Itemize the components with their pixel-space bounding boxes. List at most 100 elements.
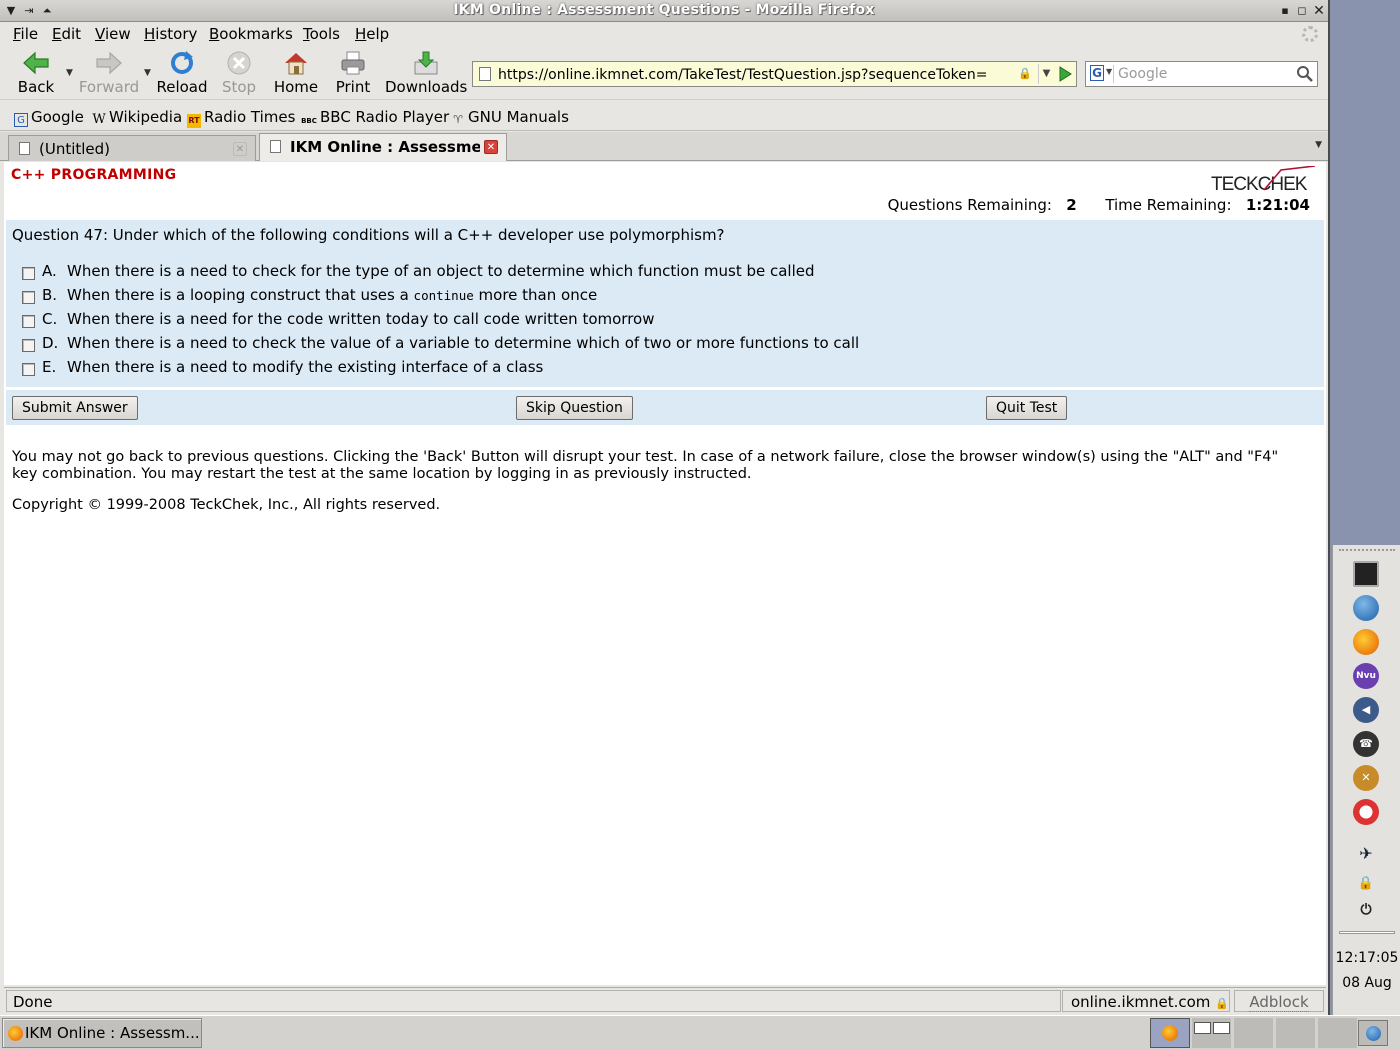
forward-arrow-icon [95,50,123,76]
go-arrow-icon [1059,66,1072,82]
shade-icon[interactable]: ⇥ [22,3,36,19]
lock-screen-icon[interactable]: 🔒 [1353,871,1379,897]
close-window-icon[interactable]: ✕ [1312,3,1326,19]
menu-help[interactable]: Help [355,25,389,43]
back-button[interactable]: Back [16,50,56,96]
search-input[interactable] [1118,65,1290,83]
status-host[interactable]: online.ikmnet.com 🔒 [1062,990,1230,1012]
search-engine-selector[interactable]: G ▼ [1088,65,1114,83]
option-letter: A. [42,262,57,280]
submit-answer-button[interactable]: Submit Answer [12,396,138,420]
maximize-icon[interactable]: ◻ [1295,3,1309,19]
quit-test-button[interactable]: Quit Test [986,396,1068,420]
forward-history-dropdown[interactable]: ▼ [144,68,151,78]
teckchek-logo: TECKCHEK [1209,166,1319,195]
page-content: C++ PROGRAMMING TECKCHEK Questions Remai… [4,162,1326,985]
option-letter: D. [42,334,59,352]
status-bar: Done online.ikmnet.com 🔒 Adblock [4,987,1326,1013]
option-c-checkbox[interactable] [22,315,35,328]
tools-icon[interactable]: ✕ [1353,765,1379,791]
taskbar-item-label: IKM Online : Assessm... [25,1024,200,1042]
url-input[interactable] [498,66,1018,84]
minimize-icon[interactable]: ▪ [1278,3,1292,19]
nvu-icon[interactable]: Nvu [1353,663,1379,689]
option-a-checkbox[interactable] [22,267,35,280]
menu-file[interactable]: File [13,25,38,43]
back-history-dropdown[interactable]: ▼ [66,68,73,78]
reload-label: Reload [156,78,208,96]
dock-separator [1339,931,1395,934]
workspace-2[interactable] [1192,1018,1232,1048]
menu-view[interactable]: View [95,25,131,43]
google-engine-icon: G [1090,65,1104,81]
reload-button[interactable]: Reload [155,50,209,96]
tab-untitled[interactable]: (Untitled) ✕ [8,135,256,161]
page-icon [479,67,491,81]
power-icon[interactable]: ⏻ [1353,897,1379,923]
time-remaining-value: 1:21:04 [1245,196,1310,214]
thunderbird-icon[interactable] [1353,595,1379,621]
stop-label: Stop [221,78,257,96]
menu-tools[interactable]: Tools [303,25,340,43]
workspace-1[interactable] [1150,1018,1190,1048]
close-tab-icon[interactable]: ✕ [484,140,498,154]
lock-icon[interactable]: 🔒 [1018,67,1032,80]
speaker-icon[interactable]: ◀ [1353,697,1379,723]
page-icon [270,140,281,153]
print-button[interactable]: Print [333,50,373,96]
stop-icon [225,50,253,76]
terminal-icon[interactable] [1353,561,1379,587]
stop-button[interactable]: Stop [220,50,258,96]
menu-bookmarks[interactable]: Bookmarks [209,25,293,43]
option-e-checkbox[interactable] [22,363,35,376]
tab-list-dropdown[interactable]: ▼ [1315,140,1322,150]
tray-app-button[interactable] [1358,1020,1388,1046]
bookmark-bbc-radio-player[interactable]: BBC BBC Radio Player [301,108,449,128]
forward-button[interactable]: Forward [78,50,140,96]
search-box[interactable]: G ▼ [1085,61,1318,87]
workspace-4[interactable] [1276,1018,1316,1048]
downloads-label: Downloads [385,78,468,96]
menu-history[interactable]: History [144,25,197,43]
skip-question-button[interactable]: Skip Question [516,396,633,420]
option-text: When there is a need to check the value … [67,334,860,352]
url-history-dropdown[interactable]: ▼ [1038,64,1054,84]
tab-ikm-online[interactable]: IKM Online : Assessme... ✕ [259,133,507,161]
option-letter: B. [42,286,58,304]
option-text: When there is a need to modify the exist… [67,358,544,376]
close-tab-icon[interactable]: ✕ [233,142,247,156]
option-letter: E. [42,358,57,376]
taskbar-item-firefox[interactable]: IKM Online : Assessm... [2,1018,202,1048]
raise-icon[interactable]: ⏶ [40,3,54,19]
home-button[interactable]: Home [273,50,319,96]
firefox-icon[interactable] [1353,629,1379,655]
throbber-icon [1302,26,1318,42]
title-bar[interactable]: ▼ ⇥ ⏶ IKM Online : Assessment Questions … [0,0,1328,22]
menu-edit[interactable]: Edit [52,25,81,43]
option-d-checkbox[interactable] [22,339,35,352]
bookmark-google[interactable]: G Google [14,108,84,127]
url-bar[interactable]: 🔒 ▼ [472,61,1077,87]
workspace-5[interactable] [1318,1018,1358,1048]
copyright-notice: Copyright © 1999-2008 TeckChek, Inc., Al… [12,497,441,513]
workspace-3[interactable] [1234,1018,1274,1048]
bookmark-radio-times[interactable]: RT Radio Times [187,108,295,128]
dock-grip[interactable] [1339,549,1395,552]
help-lifebuoy-icon[interactable] [1353,799,1379,825]
network-icon[interactable]: ✈ [1353,841,1379,867]
bookmark-wikipedia[interactable]: W Wikipedia [92,108,182,127]
window-menu-icon[interactable]: ▼ [4,3,18,19]
search-button[interactable] [1295,64,1315,84]
bookmark-gnu-manuals[interactable]: ♈ GNU Manuals [451,108,569,127]
clock-date: 08 Aug [1342,975,1392,991]
adblock-button[interactable]: Adblock [1234,990,1324,1012]
status-text: Done [6,990,1061,1012]
firefox-icon [1162,1025,1178,1041]
go-button[interactable] [1056,65,1074,83]
telephone-icon[interactable]: ☎ [1353,731,1379,757]
option-b-checkbox[interactable] [22,291,35,304]
gnu-icon: ♈ [453,113,463,126]
workspace-pager [1150,1018,1358,1048]
window-thumb-icon [1194,1022,1211,1034]
downloads-button[interactable]: Downloads [385,50,467,96]
